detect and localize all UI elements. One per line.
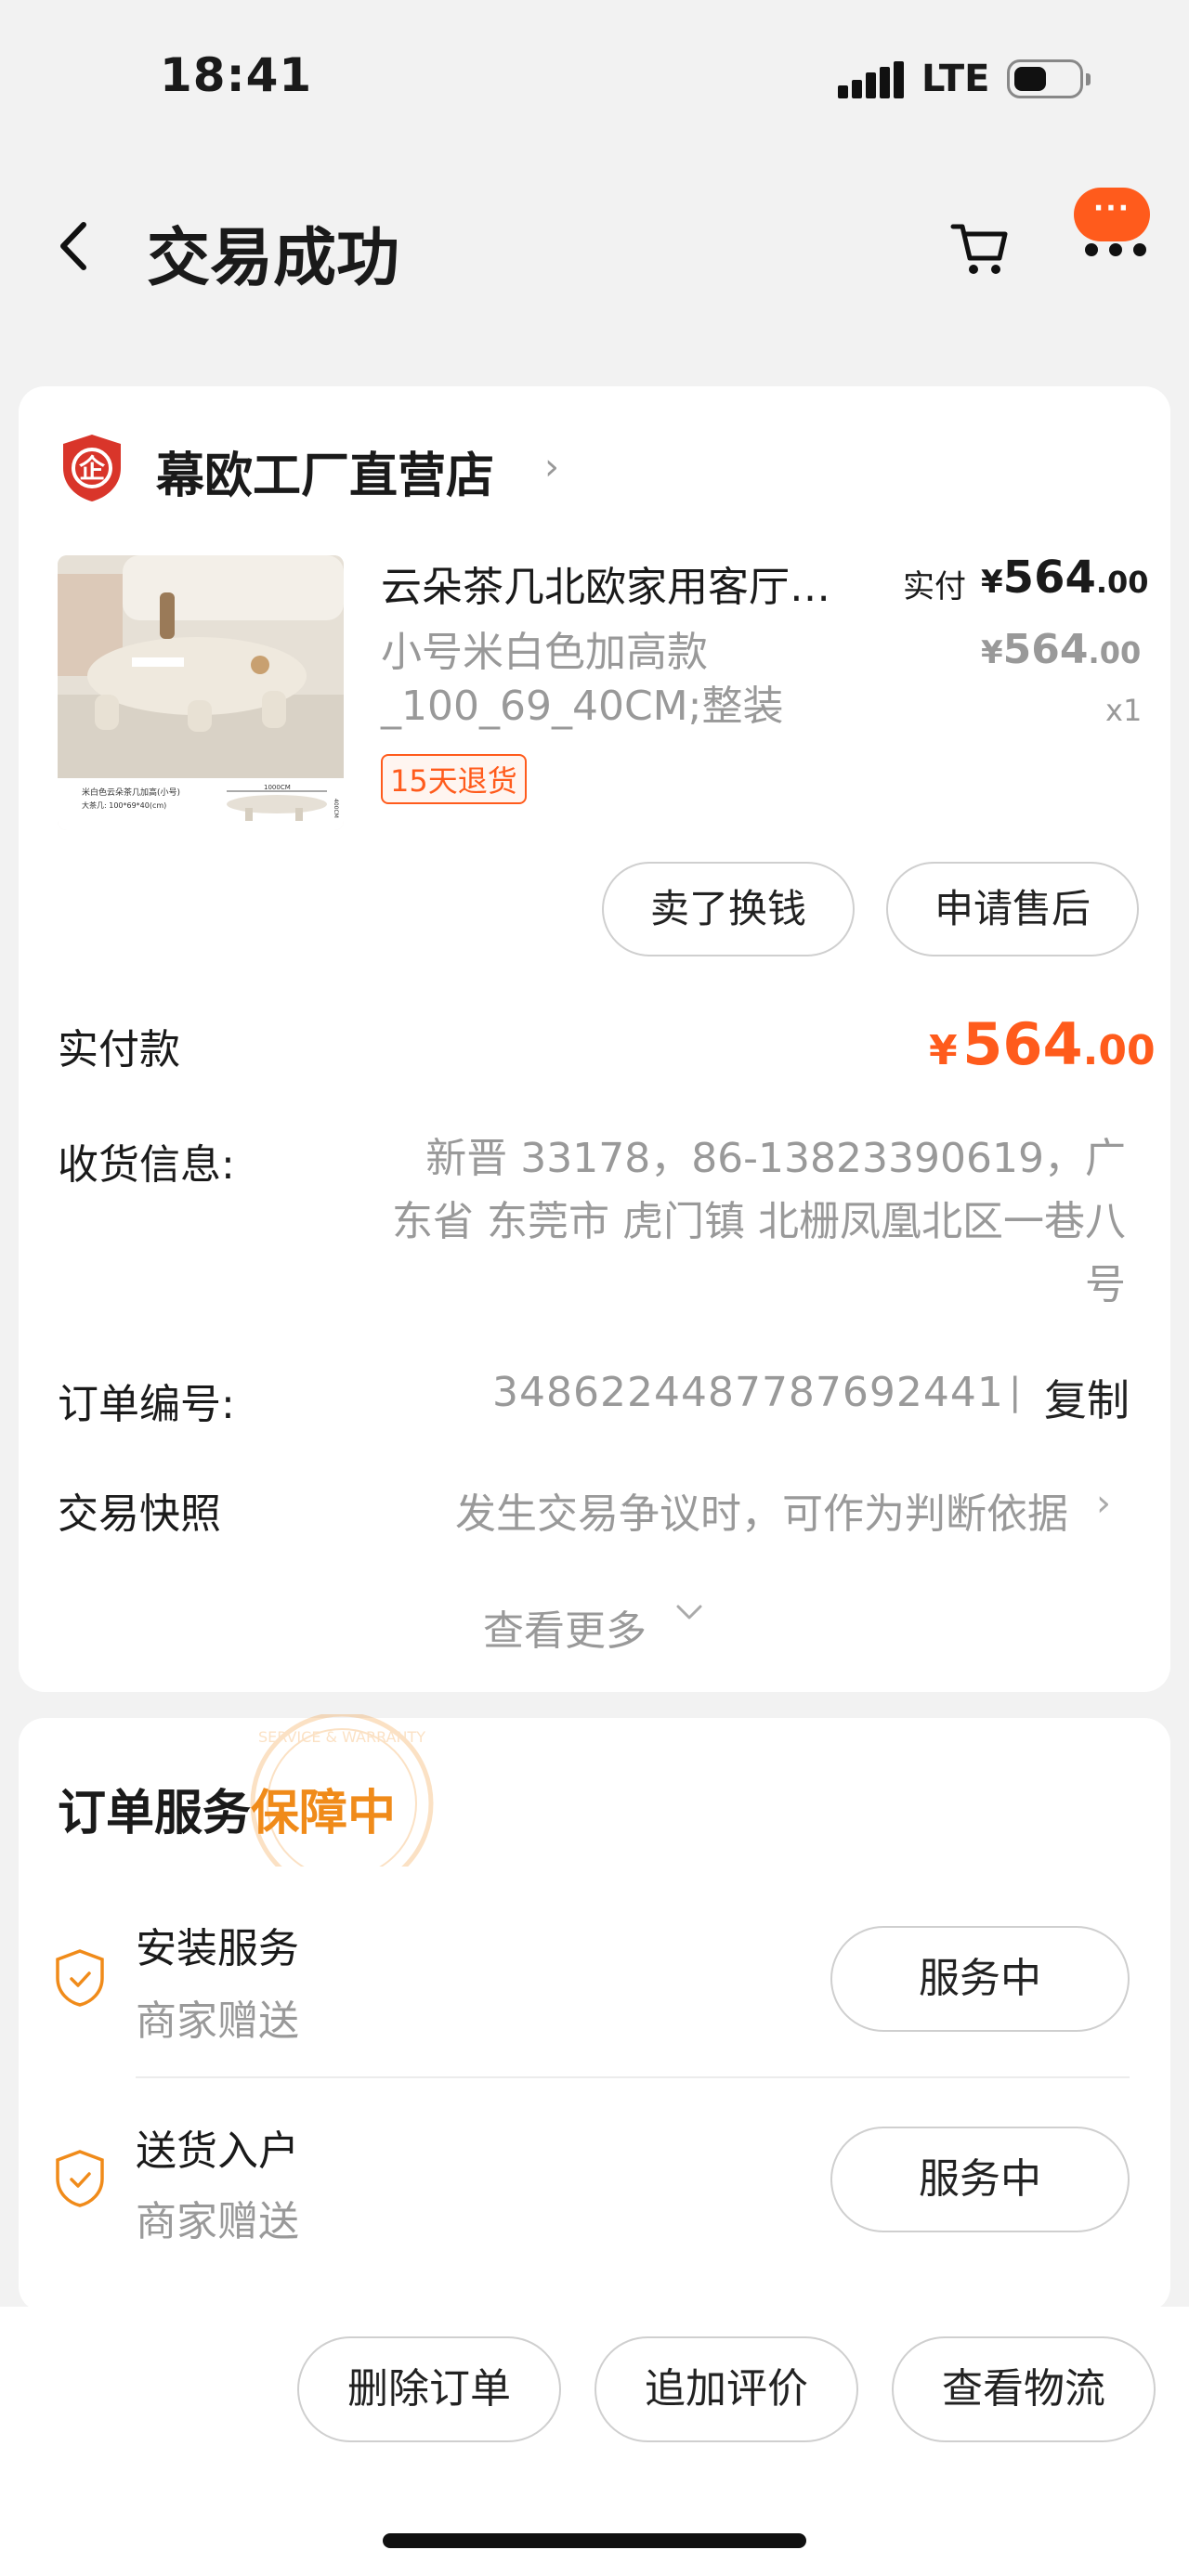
snapshot-label: 交易快照 <box>58 1490 221 1538</box>
battery-icon <box>1007 59 1091 98</box>
service-name: 送货入户 <box>136 2127 299 2175</box>
image-caption-1: 米白色云朵茶几加高(小号) <box>82 787 180 798</box>
paid-price-dec: .00 <box>1095 565 1149 600</box>
image-dim-w: 1000CM <box>264 784 291 791</box>
service-name: 安装服务 <box>136 1925 299 1972</box>
order-number-label: 订单编号: <box>58 1381 235 1428</box>
delete-order-button[interactable]: 删除订单 <box>297 2336 561 2442</box>
paid-price: ¥564.00 <box>981 552 1149 604</box>
cart-icon <box>950 224 1008 274</box>
chevron-right-icon[interactable]: › <box>544 446 559 488</box>
see-more-button[interactable]: 查看更多 <box>483 1597 647 1657</box>
shield-check-icon <box>54 2149 106 2208</box>
page-title: 交易成功 <box>147 222 400 295</box>
order-separator: | <box>1009 1371 1022 1413</box>
payment-amount-dec: .00 <box>1082 1027 1156 1074</box>
quantity: x1 <box>1105 693 1143 728</box>
service-status-button[interactable]: 服务中 <box>830 1926 1130 2032</box>
more-menu-button[interactable]: ··· <box>1074 188 1150 241</box>
after-sale-button[interactable]: 申请售后 <box>886 862 1139 956</box>
product-spec: 小号米白色加高款_100_69_40CM;整装 <box>381 629 784 730</box>
payment-amount-int: 564 <box>962 1010 1083 1078</box>
shop-name[interactable]: 幕欧工厂直营店 <box>156 436 494 506</box>
divider <box>136 2076 1130 2078</box>
payment-amount: ¥ 564.00 <box>929 1010 1156 1078</box>
service-title-highlight: 保障中 <box>251 1786 397 1841</box>
service-title: 订单服务保障中 <box>58 1774 396 1843</box>
back-button[interactable] <box>48 214 104 279</box>
warranty-stamp-text: SERVICE & WARRANTY <box>258 1728 425 1746</box>
shop-logo-icon: 企 <box>59 433 124 503</box>
service-title-main: 订单服务 <box>58 1786 252 1841</box>
service-sub: 商家赠送 <box>136 2198 299 2245</box>
currency-symbol: ¥ <box>929 1027 958 1074</box>
image-caption-2: 大茶几: 100*69*40(cm) <box>82 800 166 810</box>
paid-price-int: 564 <box>1002 552 1096 604</box>
shop-logo-text: 企 <box>79 453 106 484</box>
currency-symbol: ¥ <box>981 634 1003 671</box>
home-indicator[interactable] <box>383 2533 806 2548</box>
address-label: 收货信息: <box>58 1141 235 1189</box>
copy-button[interactable]: 复制 <box>1044 1367 1130 1428</box>
cart-button[interactable] <box>947 215 1013 280</box>
view-logistics-button[interactable]: 查看物流 <box>892 2336 1156 2442</box>
shield-check-icon <box>54 1948 106 2008</box>
return-badge: 15天退货 <box>381 754 527 804</box>
more-dots-icon <box>1079 243 1154 262</box>
service-status-button[interactable]: 服务中 <box>830 2127 1130 2232</box>
currency-symbol: ¥ <box>981 564 1003 601</box>
chevron-right-icon[interactable]: › <box>1096 1482 1111 1525</box>
payment-label: 实付款 <box>58 1026 180 1073</box>
network-label: LTE <box>921 58 990 100</box>
original-price: ¥564.00 <box>981 626 1141 673</box>
address-value: 新晋 33178，86-13823390619，广东省 东莞市 虎门镇 北栅凤凰… <box>392 1135 1126 1308</box>
paid-label: 实付 <box>903 568 966 605</box>
original-price-dec: .00 <box>1088 635 1142 670</box>
status-time: 18:41 <box>160 48 313 102</box>
original-price-int: 564 <box>1002 626 1089 673</box>
product-image[interactable]: 米白色云朵茶几加高(小号) 大茶几: 100*69*40(cm) 1000CM … <box>58 555 344 830</box>
service-sub: 商家赠送 <box>136 1997 299 2045</box>
chevron-down-icon[interactable] <box>671 1594 708 1640</box>
snapshot-value[interactable]: 发生交易争议时，可作为判断依据 <box>390 1480 1068 1540</box>
image-dim-h: 400CM <box>333 799 339 818</box>
signal-icon <box>838 61 904 98</box>
add-review-button[interactable]: 追加评价 <box>594 2336 858 2442</box>
chevron-left-icon <box>60 222 86 270</box>
product-name[interactable]: 云朵茶几北欧家用客厅小户型 <box>381 553 836 613</box>
sell-button[interactable]: 卖了换钱 <box>602 862 855 956</box>
order-number: 3486224487787692441 <box>492 1369 1004 1416</box>
